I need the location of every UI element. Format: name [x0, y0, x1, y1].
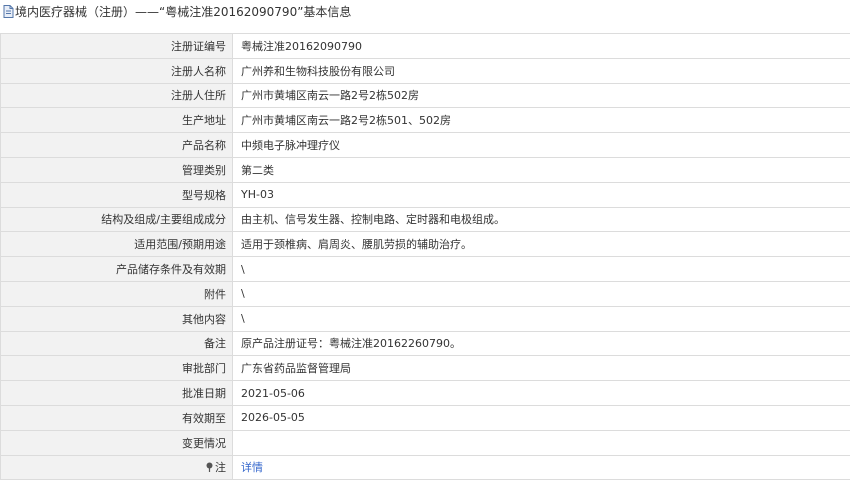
table-row: 变更情况 — [0, 430, 850, 456]
row-label: 型号规格 — [0, 182, 233, 208]
table-row: 注册人住所 广州市黄埔区南云一路2号2栋502房 — [0, 83, 850, 109]
row-value: \ — [232, 306, 850, 332]
row-value — [232, 430, 850, 456]
note-label: 注 — [215, 461, 226, 475]
row-label: 管理类别 — [0, 157, 233, 183]
row-value: 原产品注册证号：粤械注准20162260790。 — [232, 331, 850, 357]
table-row: 结构及组成/主要组成成分 由主机、信号发生器、控制电路、定时器和电极组成。 — [0, 207, 850, 233]
row-value: 2021-05-06 — [232, 380, 850, 406]
row-label: 生产地址 — [0, 107, 233, 134]
table-row: 审批部门 广东省药品监督管理局 — [0, 355, 850, 382]
table-row: 型号规格 YH-03 — [0, 182, 850, 208]
row-label: 注册证编号 — [0, 33, 233, 59]
table-row-note: 注 详情 — [0, 455, 850, 481]
table-row: 附件 \ — [0, 281, 850, 307]
row-label: 产品名称 — [0, 132, 233, 158]
row-value: 由主机、信号发生器、控制电路、定时器和电极组成。 — [232, 207, 850, 233]
row-label: 变更情况 — [0, 430, 233, 456]
row-value: 中频电子脉冲理疗仪 — [232, 132, 850, 158]
row-value: 广州养和生物科技股份有限公司 — [232, 58, 850, 84]
table-row: 生产地址 广州市黄埔区南云一路2号2栋501、502房 — [0, 107, 850, 134]
row-value: 广州市黄埔区南云一路2号2栋501、502房 — [232, 107, 850, 134]
row-label: 批准日期 — [0, 380, 233, 406]
row-value: YH-03 — [232, 182, 850, 208]
row-label: 注册人住所 — [0, 83, 233, 109]
row-value: \ — [232, 256, 850, 282]
row-label: 有效期至 — [0, 405, 233, 431]
row-label: 审批部门 — [0, 355, 233, 382]
row-label-note: 注 — [0, 455, 233, 481]
row-label: 结构及组成/主要组成成分 — [0, 207, 233, 233]
row-value: 广州市黄埔区南云一路2号2栋502房 — [232, 83, 850, 109]
row-value: 粤械注准20162090790 — [232, 33, 850, 59]
row-value-note: 详情 — [232, 455, 850, 481]
row-label: 附件 — [0, 281, 233, 307]
table-row: 管理类别 第二类 — [0, 157, 850, 183]
table-row: 批准日期 2021-05-06 — [0, 380, 850, 406]
page-title-text: 境内医疗器械（注册）——“粤械注准20162090790”基本信息 — [15, 5, 352, 19]
table-row: 产品储存条件及有效期 \ — [0, 256, 850, 282]
pin-icon — [206, 462, 213, 473]
detail-rows: 注册证编号 粤械注准20162090790 注册人名称 广州养和生物科技股份有限公司注… — [0, 33, 850, 481]
row-label: 适用范围/预期用途 — [0, 231, 233, 258]
table-row: 注册人名称 广州养和生物科技股份有限公司 — [0, 58, 850, 84]
detail-table: 注册证编号 粤械注准20162090790 注册人名称 广州养和生物科技股份有限公司注… — [0, 33, 850, 481]
table-row: 其他内容 \ — [0, 306, 850, 332]
table-row: 备注 原产品注册证号：粤械注准20162260790。 — [0, 331, 850, 357]
table-row: 适用范围/预期用途 适用于颈椎病、肩周炎、腰肌劳损的辅助治疗。 — [0, 231, 850, 258]
row-label: 产品储存条件及有效期 — [0, 256, 233, 282]
row-label: 注册人名称 — [0, 58, 233, 84]
row-value: 2026-05-05 — [232, 405, 850, 431]
row-label: 备注 — [0, 331, 233, 357]
table-row: 产品名称 中频电子脉冲理疗仪 — [0, 132, 850, 158]
document-icon — [3, 5, 14, 18]
row-value: 广东省药品监督管理局 — [232, 355, 850, 382]
row-value: 第二类 — [232, 157, 850, 183]
row-label: 其他内容 — [0, 306, 233, 332]
table-row: 有效期至 2026-05-05 — [0, 405, 850, 431]
table-row: 注册证编号 粤械注准20162090790 — [0, 33, 850, 59]
page-title: 境内医疗器械（注册）——“粤械注准20162090790”基本信息 — [0, 0, 850, 24]
row-value: 适用于颈椎病、肩周炎、腰肌劳损的辅助治疗。 — [232, 231, 850, 258]
row-value: \ — [232, 281, 850, 307]
details-link[interactable]: 详情 — [241, 461, 263, 474]
